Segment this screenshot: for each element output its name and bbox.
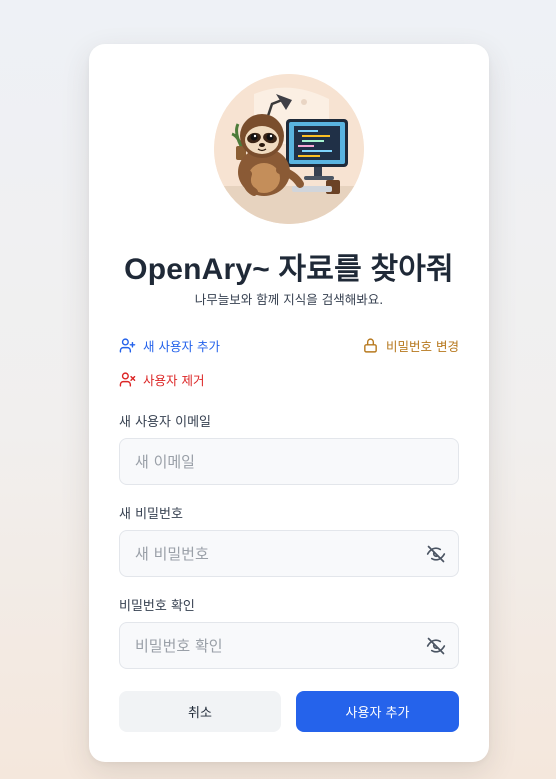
remove-user-link[interactable]: 사용자 제거 [119,369,204,389]
email-field[interactable] [120,439,458,484]
user-x-icon [119,371,136,387]
email-field-wrapper [119,438,459,485]
sloth-illustration [214,74,364,224]
confirm-password-field-wrapper [119,622,459,669]
password-label: 새 비밀번호 [119,507,183,522]
sloth-avatar [214,74,364,224]
remove-user-label: 사용자 제거 [143,372,205,388]
password-field[interactable] [120,531,458,576]
page-subtitle: 나무늘보와 함께 지식을 검색해봐요. [194,292,384,307]
lock-icon [364,337,377,353]
password-eye-off-icon[interactable] [426,544,446,564]
add-user-button[interactable]: 사용자 추가 [296,691,459,732]
add-user-label: 새 사용자 추가 [143,338,220,354]
login-card: OpenAry~ 자료를 찾아줘 나무늘보와 함께 지식을 검색해봐요. 새 사… [89,44,489,762]
change-password-link[interactable]: 비밀번호 변경 [362,335,459,355]
change-password-label: 비밀번호 변경 [386,338,459,354]
email-label: 새 사용자 이메일 [119,415,211,430]
user-plus-icon [119,337,136,353]
add-user-link[interactable]: 새 사용자 추가 [119,335,220,355]
page-title: OpenAry~ 자료를 찾아줘 [124,253,454,286]
cancel-button[interactable]: 취소 [119,691,281,732]
confirm-eye-off-icon[interactable] [426,636,446,656]
password-field-wrapper [119,530,459,577]
confirm-password-label: 비밀번호 확인 [119,599,195,614]
confirm-password-field[interactable] [120,623,458,668]
